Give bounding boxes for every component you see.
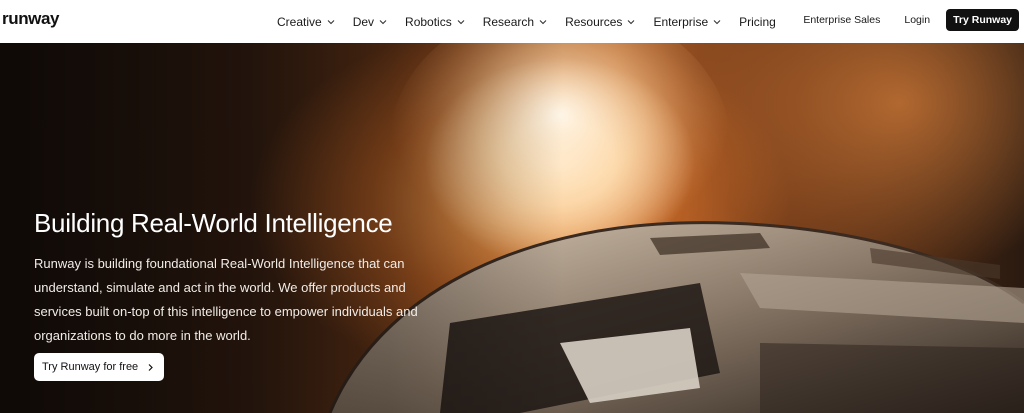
- runway-logo[interactable]: runway: [2, 9, 60, 29]
- nav-item-label: Dev: [352, 14, 375, 29]
- login-link[interactable]: Login: [896, 9, 938, 31]
- nav-item-label: Pricing: [739, 14, 776, 29]
- hero-title: Building Real-World Intelligence: [34, 208, 393, 238]
- nav-item-robotics[interactable]: Robotics: [405, 15, 465, 29]
- nav-item-creative[interactable]: Creative: [277, 15, 335, 29]
- chevron-right-icon: [148, 363, 154, 371]
- nav-actions: Enterprise Sales Login Try Runway: [795, 9, 1019, 31]
- nav-item-enterprise[interactable]: Enterprise: [653, 15, 721, 29]
- hero-section: Building Real-World Intelligence Runway …: [0, 43, 1024, 413]
- nav-item-resources[interactable]: Resources: [565, 15, 635, 29]
- chevron-down-icon: [457, 19, 465, 24]
- nav-item-pricing[interactable]: Pricing: [739, 15, 776, 29]
- try-runway-button[interactable]: Try Runway: [946, 9, 1019, 31]
- nav-item-research[interactable]: Research: [483, 15, 547, 29]
- try-runway-for-free-button[interactable]: Try Runway for free: [34, 353, 165, 381]
- enterprise-sales-link[interactable]: Enterprise Sales: [795, 9, 888, 31]
- chevron-down-icon: [539, 19, 547, 24]
- nav-item-label: Resources: [565, 14, 623, 29]
- nav-item-label: Research: [482, 14, 535, 29]
- chevron-down-icon: [379, 19, 387, 24]
- nav-item-label: Robotics: [405, 14, 452, 29]
- hero-description: Runway is building foundational Real-Wor…: [34, 256, 418, 343]
- chevron-down-icon: [628, 19, 635, 24]
- chevron-down-icon: [713, 19, 721, 24]
- top-navigation-bar: runway Creative Dev Robotics Research Re…: [0, 0, 1024, 43]
- nav-item-label: Enterprise: [653, 14, 709, 29]
- nav-item-dev[interactable]: Dev: [353, 15, 387, 29]
- main-menu: Creative Dev Robotics Research Resources…: [277, 0, 794, 43]
- chevron-down-icon: [327, 19, 335, 24]
- nav-item-label: Creative: [277, 14, 322, 29]
- cta-label: Try Runway for free: [42, 361, 139, 373]
